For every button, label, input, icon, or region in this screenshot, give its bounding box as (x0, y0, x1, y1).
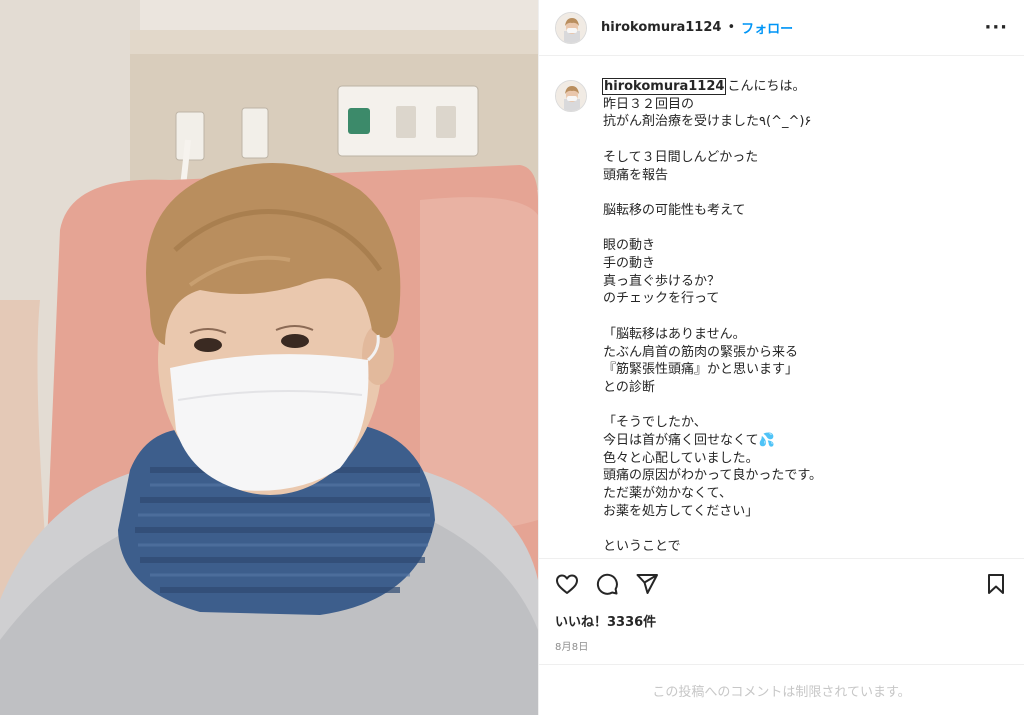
caption-area: hirokomura1124 こんにちは。 昨日３２回目の 抗がん剤治療を受けまし… (539, 56, 1024, 558)
avatar-image (556, 81, 586, 111)
follow-button[interactable]: フォロー (741, 18, 793, 37)
more-options-icon[interactable]: ··· (984, 18, 1008, 37)
caption-username[interactable]: hirokomura1124 (601, 78, 727, 95)
post-header: hirokomura1124 • フォロー ··· (539, 0, 1024, 56)
comment-icon (596, 573, 618, 595)
post-date[interactable]: 8月8日 (555, 638, 1008, 653)
photo-illustration (0, 0, 538, 715)
header-separator: • (727, 20, 736, 35)
action-row (555, 559, 1008, 609)
avatar-image (556, 12, 586, 43)
instagram-post: hirokomura1124 • フォロー ··· hirokomura1124… (0, 0, 1024, 715)
likes-count[interactable]: いいね！3336件 (555, 611, 1008, 630)
like-button[interactable] (555, 564, 595, 604)
comment-restricted-notice: この投稿へのコメントは制限されています。 (539, 664, 1024, 715)
post-photo[interactable] (0, 0, 538, 715)
caption-text: こんにちは。 昨日３２回目の 抗がん剤治療を受けました٩(^_^)۶ そして３日… (603, 79, 823, 555)
actions-area: いいね！3336件 8月8日 (539, 558, 1024, 664)
comment-button[interactable] (595, 564, 635, 604)
paper-plane-icon (636, 574, 658, 594)
post-side-panel: hirokomura1124 • フォロー ··· hirokomura1124… (538, 0, 1024, 715)
bookmark-icon (988, 574, 1004, 594)
heart-icon (556, 574, 578, 594)
caption-avatar[interactable] (555, 80, 587, 112)
save-button[interactable] (968, 564, 1008, 604)
share-button[interactable] (635, 564, 675, 604)
caption-text-block: hirokomura1124 こんにちは。 昨日３２回目の 抗がん剤治療を受けまし… (601, 78, 823, 558)
avatar[interactable] (555, 11, 587, 44)
header-username[interactable]: hirokomura1124 (601, 20, 721, 35)
